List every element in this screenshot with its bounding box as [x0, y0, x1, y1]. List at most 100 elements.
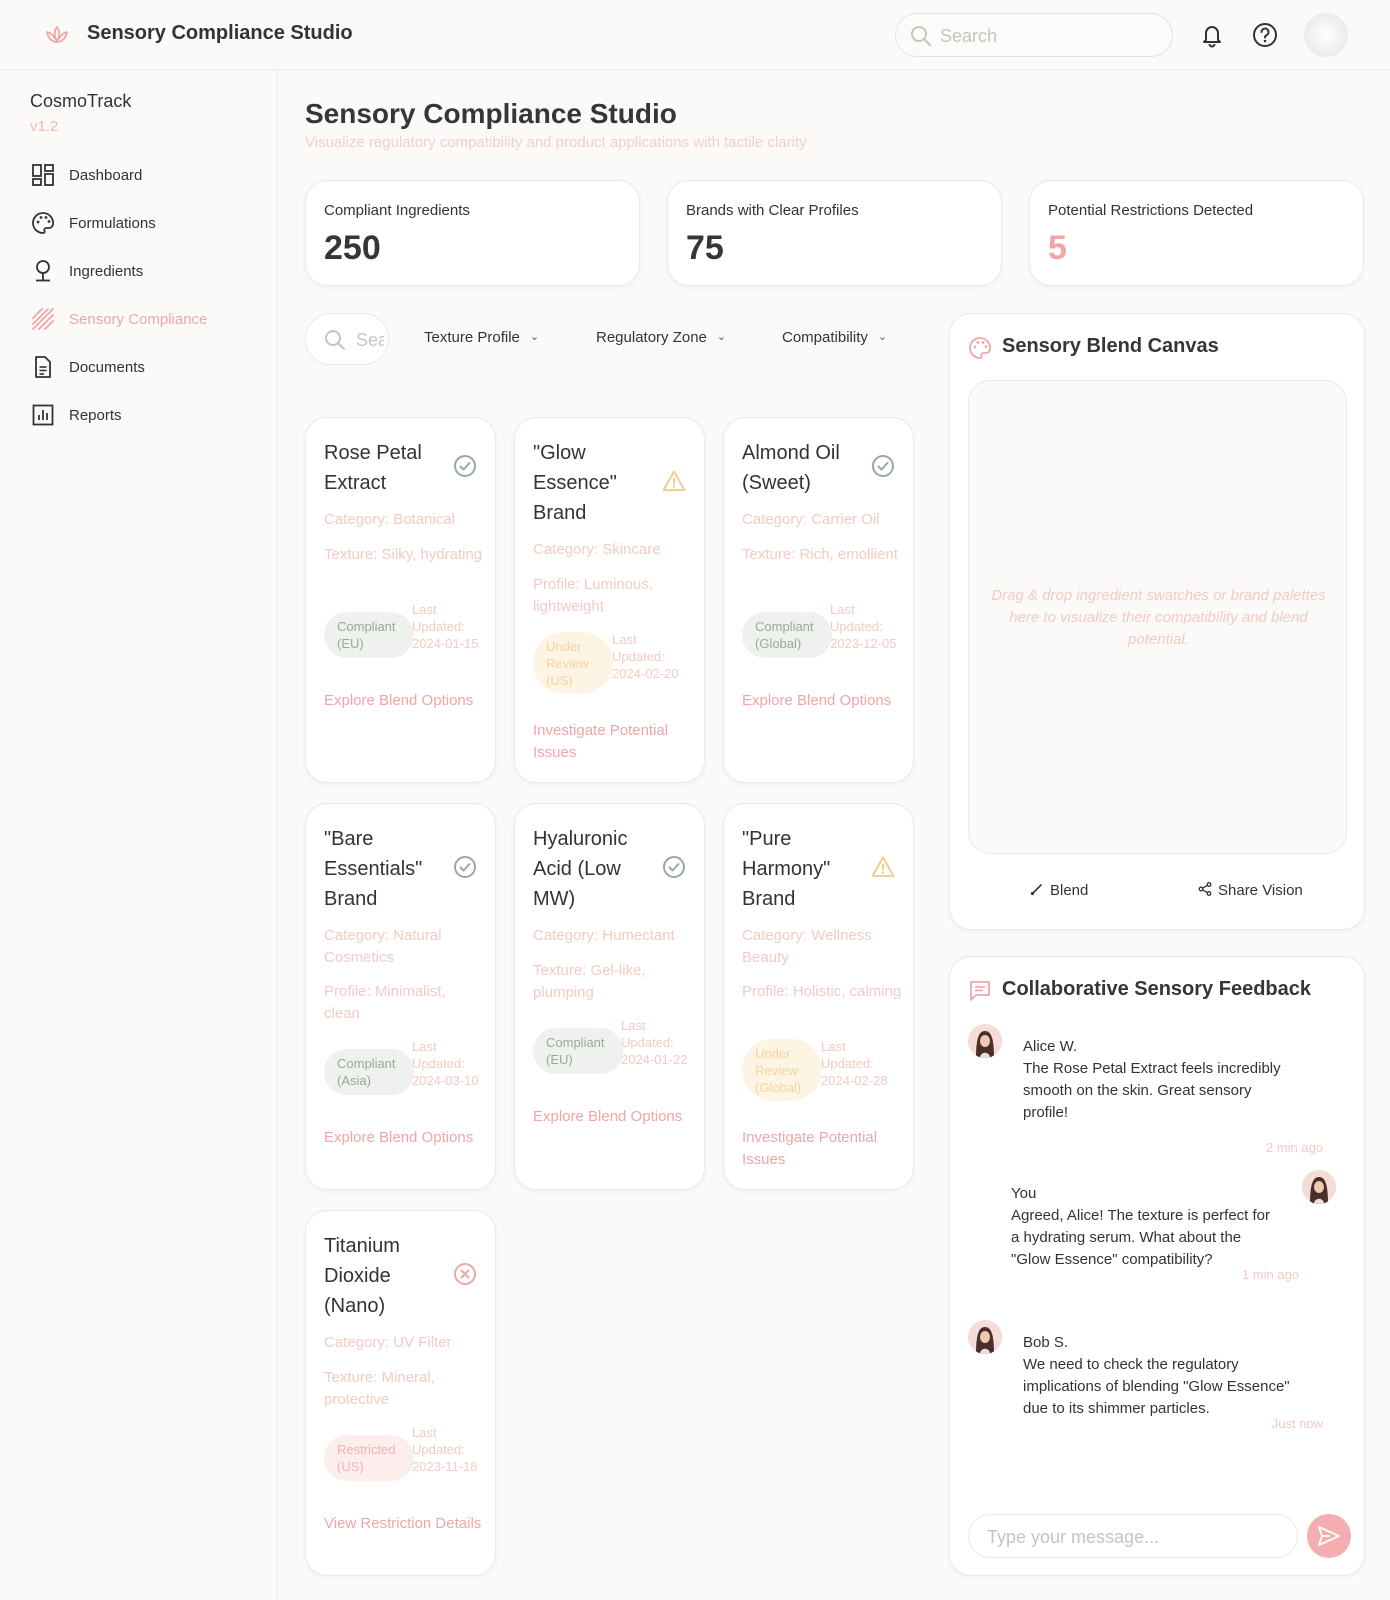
hatch-icon [32, 308, 54, 330]
status-badge: Compliant (EU) [324, 612, 414, 658]
x-circle-icon [454, 1263, 476, 1285]
card-title: Almond Oil (Sweet) [742, 442, 840, 494]
ingredient-card[interactable]: Hyaluronic Acid (Low MW) Category: Humec… [514, 803, 705, 1190]
explore-blend-link[interactable]: Explore Blend Options [533, 1106, 698, 1128]
stat-label: Compliant Ingredients [324, 202, 470, 219]
sidebar-item-label: Documents [69, 359, 145, 376]
sidebar-item-ingredients[interactable]: Ingredients [32, 257, 262, 287]
chevron-down-icon: ⌄ [529, 331, 540, 343]
card-title: "Glow Essence" Brand [533, 442, 617, 524]
filter-search[interactable] [305, 313, 389, 365]
person-avatar-icon [968, 1024, 1002, 1058]
card-profile: Texture: Silky, hydrating [324, 546, 483, 563]
sidebar-item-label: Sensory Compliance [69, 311, 208, 328]
blend-label: Blend [1050, 882, 1089, 899]
stat-label: Potential Restrictions Detected [1048, 202, 1254, 219]
check-circle-icon [454, 455, 476, 477]
avatar [968, 1024, 1002, 1058]
card-category: Category: Skincare [533, 541, 661, 558]
feedback-message: Alice W. The Rose Petal Extract feels in… [1023, 1036, 1323, 1155]
regulatory-zone-dropdown[interactable]: Regulatory Zone ⌄ [596, 329, 726, 346]
sidebar-item-dashboard[interactable]: Dashboard [32, 161, 262, 191]
brand-card[interactable]: "Glow Essence" Brand Category: Skincare … [514, 417, 705, 783]
tree-icon [36, 260, 50, 282]
card-title: Titanium Dioxide (Nano) [324, 1235, 400, 1317]
status-badge: Under Review (Global) [742, 1039, 822, 1101]
stat-card-compliant-ingredients: Compliant Ingredients 250 [305, 180, 640, 286]
share-vision-button[interactable]: Share Vision [1198, 882, 1303, 899]
ingredient-card[interactable]: Rose Petal Extract Category: Botanical T… [305, 417, 496, 783]
brand-card[interactable]: "Pure Harmony" Brand Category: Wellness … [723, 803, 914, 1190]
check-circle-icon [872, 455, 894, 477]
investigate-issues-link[interactable]: Investigate Potential Issues [742, 1127, 907, 1171]
card-category: Category: UV Filter [324, 1334, 452, 1351]
card-profile: Texture: Gel-like, plumping [533, 962, 646, 1001]
avatar [1302, 1170, 1336, 1204]
message-input[interactable] [987, 1525, 1277, 1549]
check-circle-icon [663, 856, 685, 878]
palette-icon [969, 337, 991, 359]
global-search[interactable] [895, 13, 1173, 57]
brand-card[interactable]: "Bare Essentials" Brand Category: Natura… [305, 803, 496, 1190]
explore-blend-link[interactable]: Explore Blend Options [742, 690, 907, 712]
stat-label: Brands with Clear Profiles [686, 202, 859, 219]
page-subtitle: Visualize regulatory compatibility and p… [305, 134, 807, 151]
investigate-issues-link[interactable]: Investigate Potential Issues [533, 720, 698, 764]
message-author: Bob S. [1023, 1334, 1069, 1351]
sidebar-app-version: v1.2 [30, 118, 59, 135]
check-circle-icon [454, 856, 476, 878]
last-updated: Last Updated: 2023-12-05 [830, 602, 897, 651]
texture-profile-dropdown[interactable]: Texture Profile ⌄ [424, 329, 539, 346]
search-input[interactable] [940, 24, 1160, 48]
user-avatar[interactable] [1304, 13, 1348, 57]
card-profile: Texture: Mineral, protective [324, 1369, 435, 1408]
explore-blend-link[interactable]: Explore Blend Options [324, 1127, 489, 1149]
dropdown-label: Compatibility [782, 329, 868, 346]
ingredient-card[interactable]: Almond Oil (Sweet) Category: Carrier Oil… [723, 417, 914, 783]
sidebar-item-label: Reports [69, 407, 122, 424]
card-profile: Profile: Holistic, calming [742, 983, 902, 1000]
message-input-box[interactable] [968, 1514, 1298, 1558]
panel-title: Collaborative Sensory Feedback [1002, 978, 1312, 1000]
card-profile: Profile: Minimalist, clean [324, 983, 446, 1022]
document-icon [35, 356, 51, 378]
card-title: Hyaluronic Acid (Low MW) [533, 828, 628, 910]
stat-card-restrictions: Potential Restrictions Detected 5 [1029, 180, 1364, 286]
ingredient-card[interactable]: Titanium Dioxide (Nano) Category: UV Fil… [305, 1210, 496, 1576]
card-title: "Bare Essentials" Brand [324, 828, 423, 910]
palette-icon [32, 212, 54, 234]
stat-value: 250 [324, 229, 381, 267]
feedback-message: Bob S. We need to check the regulatory i… [1023, 1332, 1323, 1431]
blend-button[interactable]: Blend [1030, 882, 1088, 899]
card-category: Category: Humectant [533, 927, 675, 944]
stat-card-clear-brands: Brands with Clear Profiles 75 [667, 180, 1002, 286]
explore-blend-link[interactable]: Explore Blend Options [324, 690, 489, 712]
last-updated: Last Updated: 2024-01-22 [621, 1018, 688, 1067]
warning-icon [662, 470, 686, 491]
message-author: Alice W. [1023, 1038, 1078, 1055]
search-icon [911, 26, 931, 46]
warning-icon [871, 856, 895, 877]
sidebar-item-label: Dashboard [69, 167, 143, 184]
sidebar-item-label: Formulations [69, 215, 156, 232]
card-profile: Texture: Rich, emollient [742, 546, 898, 563]
blend-dropzone[interactable]: Drag & drop ingredient swatches or brand… [968, 380, 1347, 854]
chevron-down-icon: ⌄ [716, 331, 727, 343]
bell-icon[interactable] [1198, 21, 1226, 49]
last-updated: Last Updated: 2024-03-10 [412, 1039, 479, 1088]
status-badge: Compliant (Global) [742, 612, 832, 658]
view-restriction-link[interactable]: View Restriction Details [324, 1513, 489, 1535]
sidebar-item-sensory-compliance[interactable]: Sensory Compliance [32, 305, 262, 335]
help-icon[interactable] [1251, 21, 1279, 49]
message-time: 1 min ago [1241, 1267, 1299, 1282]
send-button[interactable] [1307, 1514, 1351, 1558]
lotus-logo-icon [46, 25, 68, 43]
sidebar-item-reports[interactable]: Reports [32, 401, 262, 431]
sidebar-item-documents[interactable]: Documents [32, 353, 262, 383]
compatibility-dropdown[interactable]: Compatibility ⌄ [782, 329, 887, 346]
panel-title: Sensory Blend Canvas [1002, 335, 1219, 357]
card-category: Category: Wellness Beauty [742, 927, 872, 966]
sidebar-item-formulations[interactable]: Formulations [32, 209, 262, 239]
filter-search-input[interactable] [356, 328, 384, 352]
message-text: We need to check the regulatory implicat… [1023, 1356, 1290, 1417]
